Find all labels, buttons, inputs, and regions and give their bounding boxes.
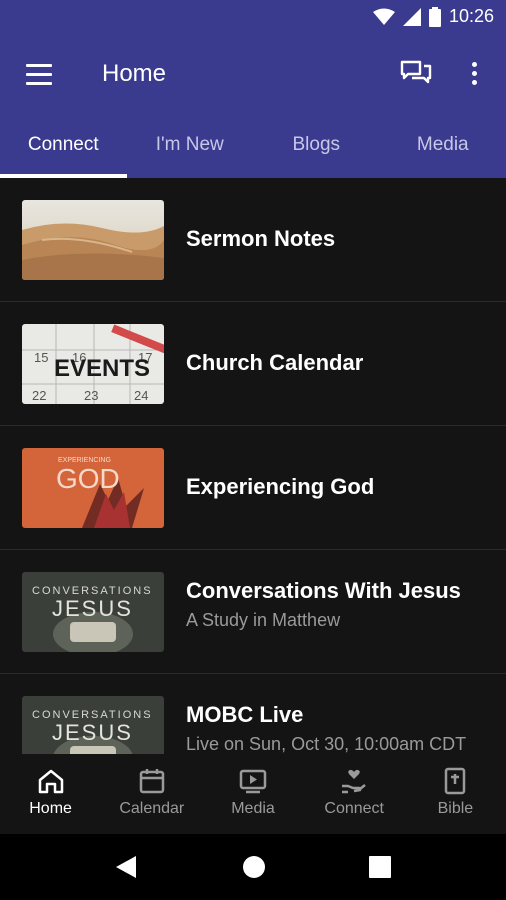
church-calendar-thumbnail: 15 16 17 22 23 24 EVENTS [22,324,164,404]
list-item-title: Conversations With Jesus [186,578,461,603]
calendar-number: 24 [134,388,148,403]
list-item-title: Experiencing God [186,474,375,499]
nav-media[interactable]: Media [202,754,303,834]
experiencing-god-thumbnail: EXPERIENCING GOD [22,448,164,528]
nav-calendar[interactable]: Calendar [101,754,202,834]
list-item-title: MOBC Live [186,702,304,727]
tab-bar: Connect I'm New Blogs Media [0,124,506,178]
nav-home-label: Home [29,800,72,817]
jesus-thumb-text: JESUS [52,720,133,745]
jesus-thumb-text: JESUS [52,596,133,621]
calendar-number: 22 [32,388,46,403]
tab-im-new[interactable]: I'm New [127,124,254,178]
menu-icon[interactable] [24,62,56,88]
events-thumb-text: EVENTS [54,355,150,382]
tab-blogs[interactable]: Blogs [253,124,380,178]
god-thumb-text: GOD [56,463,120,494]
list-item-title: Sermon Notes [186,226,336,251]
battery-icon [428,6,441,27]
status-time: 10:26 [448,6,494,26]
content-list: Sermon Notes 15 16 17 22 23 24 EVENTS Ch… [0,178,506,754]
nav-media-label: Media [231,800,275,817]
nav-bible[interactable]: Bible [405,754,506,834]
list-item[interactable]: CONVERSATIONS JESUS Conversations With J… [0,550,506,674]
calendar-number: 15 [34,350,48,365]
nav-home[interactable]: Home [0,754,101,834]
sermon-notes-thumbnail [22,200,164,280]
home-circle-icon[interactable] [242,855,266,879]
system-navigation-bar [0,834,506,900]
recents-icon[interactable] [369,856,391,878]
connect-icon [342,769,366,794]
nav-connect-label: Connect [324,800,384,817]
signal-icon [402,7,421,26]
wifi-icon [372,8,395,25]
home-icon [38,769,63,794]
page-title: Home [102,60,167,87]
list-item[interactable]: EXPERIENCING GOD Experiencing God [0,426,506,550]
nav-bible-label: Bible [437,800,474,817]
tab-media[interactable]: Media [380,124,506,178]
list-item[interactable]: 15 16 17 22 23 24 EVENTS Church Calendar [0,302,506,426]
chat-icon[interactable] [398,56,434,92]
list-item[interactable]: Sermon Notes [0,178,506,302]
media-icon [239,769,267,794]
more-options-icon[interactable] [462,58,486,90]
list-item-subtitle: Live on Sun, Oct 30, 10:00am CDT [186,734,467,754]
list-item-subtitle: A Study in Matthew [186,610,341,630]
list-item[interactable]: CONVERSATIONS JESUS MOBC Live Live on Su… [0,674,506,754]
list-item-title: Church Calendar [186,350,364,375]
mobc-live-thumbnail: CONVERSATIONS JESUS [22,696,164,754]
conversations-jesus-thumbnail: CONVERSATIONS JESUS [22,572,164,652]
bible-icon [445,767,466,795]
app-bar: Home Connect I'm New Blogs Media [0,36,506,178]
calendar-number: 23 [84,388,98,403]
nav-calendar-label: Calendar [119,800,185,817]
status-bar: 10:26 [0,0,506,36]
nav-connect[interactable]: Connect [304,754,405,834]
bottom-navigation: Home Calendar Media Connect Bible [0,754,506,834]
back-icon[interactable] [114,854,138,880]
tab-connect[interactable]: Connect [0,124,127,178]
status-icons: 10:26 [372,6,494,27]
calendar-icon [139,769,165,794]
